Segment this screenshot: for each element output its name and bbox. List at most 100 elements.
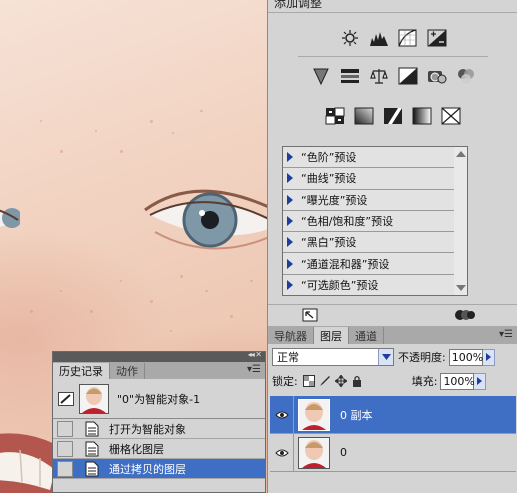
eye-illustration — [144, 189, 267, 250]
document-icon — [83, 461, 101, 477]
preset-item[interactable]: “曲线”预设 — [283, 168, 467, 190]
expand-arrow-icon — [287, 152, 293, 163]
preset-item[interactable]: “通道混和器”预设 — [283, 253, 467, 275]
preset-item[interactable]: “可选颜色”预设 — [283, 275, 467, 296]
vibrance-icon[interactable] — [310, 66, 332, 86]
preset-item[interactable]: “黑白”预设 — [283, 232, 467, 254]
eye-icon[interactable] — [270, 433, 294, 472]
scroll-down-icon[interactable] — [456, 285, 466, 291]
expand-arrow-icon — [287, 258, 293, 269]
opacity-field[interactable]: 100% — [448, 348, 483, 366]
freckle — [120, 280, 122, 282]
history-state[interactable]: 通过拷贝的图层 — [53, 459, 265, 479]
layers-panel: 导航器 图层 通道 ▾☰ 正常 不透明度: 100% 锁定: 填充: 100% — [267, 326, 517, 493]
preset-label: “可选颜色”预设 — [301, 279, 379, 293]
collapse-close-icons[interactable]: ◂◂ ✕ — [248, 350, 262, 359]
lock-position-icon[interactable] — [334, 374, 348, 388]
history-state[interactable]: 栅格化图层 — [53, 439, 265, 459]
freckle — [230, 315, 233, 318]
tab-layers[interactable]: 图层 — [314, 327, 349, 344]
layer-row[interactable]: 0 — [270, 433, 516, 472]
play-arrow-icon — [485, 353, 491, 361]
panel-menu-icon[interactable]: ▾☰ — [247, 364, 261, 375]
scroll-up-icon[interactable] — [456, 151, 466, 157]
freckle — [170, 330, 172, 332]
brightness-contrast-icon[interactable] — [339, 28, 361, 48]
freckle — [172, 132, 174, 134]
panel-grip[interactable]: ◂◂ ✕ — [53, 350, 265, 362]
threshold-icon[interactable] — [382, 106, 404, 126]
layer-row[interactable]: 0 副本 — [270, 395, 516, 434]
curves-icon[interactable] — [397, 28, 419, 48]
freckle — [60, 290, 62, 292]
invert-icon[interactable] — [324, 106, 346, 126]
snapshot-thumbnail — [79, 383, 109, 414]
chevron-down-icon — [378, 349, 393, 365]
panel-title: 添加调整 — [274, 0, 323, 10]
expand-arrow-icon — [287, 280, 293, 291]
freckle — [205, 290, 208, 292]
preset-item[interactable]: “色阶”预设 — [283, 147, 467, 169]
tab-history[interactable]: 历史记录 — [53, 363, 110, 379]
lock-image-pixels-icon[interactable] — [318, 374, 332, 388]
return-to-list-icon[interactable] — [302, 308, 318, 325]
preset-item[interactable]: “曝光度”预设 — [283, 190, 467, 211]
preset-label: “曲线”预设 — [301, 172, 357, 186]
eye-illustration — [0, 208, 20, 228]
freckle — [95, 130, 97, 132]
blend-mode-select[interactable]: 正常 — [272, 348, 394, 366]
divider — [298, 56, 488, 57]
fill-label: 填充: — [411, 375, 438, 388]
fill-field[interactable]: 100% — [440, 372, 475, 390]
levels-icon[interactable] — [368, 28, 390, 48]
expand-arrow-icon — [287, 237, 293, 248]
posterize-icon[interactable] — [353, 106, 375, 126]
freckle — [250, 280, 253, 282]
panel-menu-icon[interactable]: ▾☰ — [499, 329, 513, 340]
channel-mixer-icon[interactable] — [455, 66, 477, 86]
preset-scrollbar[interactable] — [454, 146, 468, 296]
freckle — [150, 120, 153, 123]
tab-navigator[interactable]: 导航器 — [268, 327, 314, 344]
black-white-icon[interactable] — [397, 66, 419, 86]
photo-filter-icon[interactable] — [426, 66, 448, 86]
layers-tab-bar: 导航器 图层 通道 ▾☰ — [268, 326, 517, 344]
freckle — [40, 120, 42, 122]
lock-transparent-pixels-icon[interactable] — [302, 374, 316, 388]
history-state-label: 打开为智能对象 — [109, 422, 186, 436]
expand-arrow-icon — [287, 173, 293, 184]
preset-item[interactable]: “色相/饱和度”预设 — [283, 211, 467, 233]
clip-to-layer-icon[interactable] — [454, 308, 476, 325]
color-balance-icon[interactable] — [368, 66, 390, 86]
history-state[interactable]: 打开为智能对象 — [53, 419, 265, 439]
history-state-label: 通过拷贝的图层 — [109, 462, 186, 476]
layer-list: 0 副本 0 — [270, 395, 516, 472]
hue-saturation-icon[interactable] — [339, 66, 361, 86]
exposure-icon[interactable] — [426, 28, 448, 48]
opacity-label: 不透明度: — [398, 351, 446, 364]
history-state-label: 栅格化图层 — [109, 442, 164, 456]
history-brush-source-box[interactable] — [57, 440, 73, 457]
tab-actions[interactable]: 动作 — [110, 363, 145, 379]
eye-icon[interactable] — [270, 395, 294, 434]
history-brush-source-box[interactable] — [57, 460, 73, 477]
document-icon — [83, 441, 101, 457]
tab-channels[interactable]: 通道 — [349, 327, 384, 344]
history-brush-source-box[interactable] — [57, 420, 73, 437]
fill-slider-button[interactable] — [474, 372, 487, 390]
adjustment-icon-row — [268, 66, 517, 86]
history-brush-icon[interactable] — [53, 391, 79, 406]
expand-arrow-icon — [287, 194, 293, 205]
preset-label: “曝光度”预设 — [301, 193, 368, 207]
lock-all-icon[interactable] — [350, 374, 364, 388]
gradient-map-icon[interactable] — [411, 106, 433, 126]
snapshot-row[interactable]: "0"为智能对象-1 — [53, 379, 265, 419]
selective-color-icon[interactable] — [440, 106, 462, 126]
snapshot-label: "0"为智能对象-1 — [117, 392, 201, 406]
freckle — [150, 300, 153, 303]
adjustments-footer — [268, 304, 517, 326]
opacity-slider-button[interactable] — [482, 348, 495, 366]
adjustment-icon-row — [268, 28, 517, 48]
layer-thumbnail — [298, 398, 330, 431]
layer-name: 0 副本 — [340, 408, 373, 422]
